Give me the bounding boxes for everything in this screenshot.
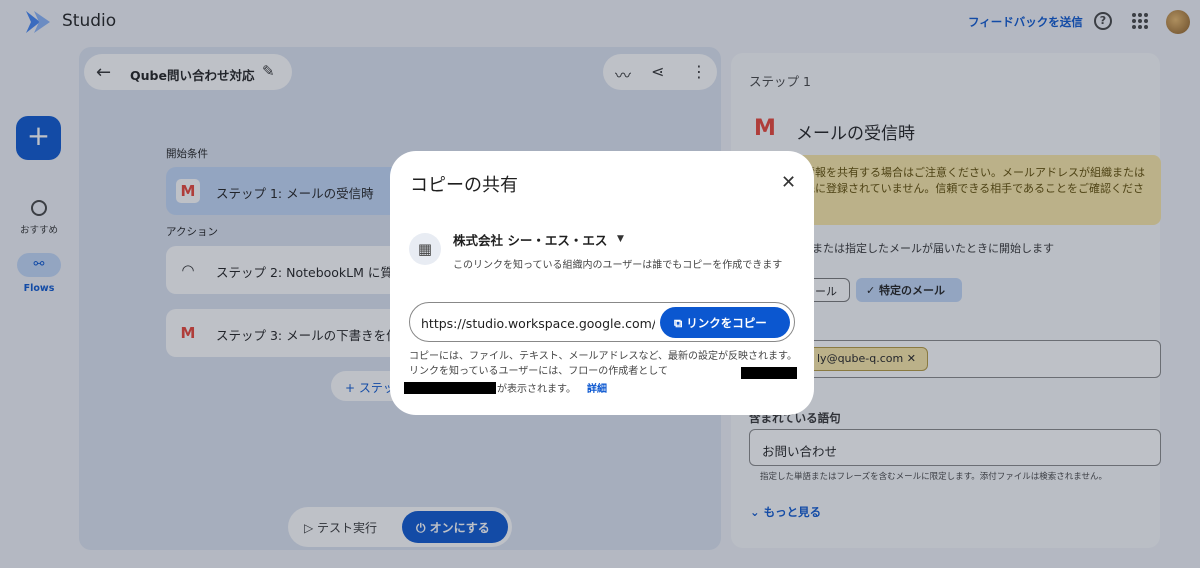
dialog-note-tail: が表示されます。 — [497, 384, 576, 395]
share-link-url[interactable]: https://studio.workspace.google.com/u/0/ — [421, 316, 655, 331]
org-selector[interactable]: 株式会社 シー・エス・エス — [453, 230, 607, 249]
copy-link-label: リンクをコピー — [686, 316, 767, 330]
redaction-bar — [741, 367, 797, 379]
dialog-title: コピーの共有 — [410, 175, 518, 196]
close-icon[interactable]: ✕ — [781, 172, 796, 193]
copy-link-button[interactable]: ⧉ リンクをコピー — [660, 307, 790, 338]
redaction-bar — [404, 382, 496, 394]
details-link[interactable]: 詳細 — [587, 380, 607, 395]
org-description: このリンクを知っている組織内のユーザーは誰でもコピーを作成できます — [453, 260, 783, 271]
building-icon: ▦ — [409, 233, 441, 265]
chevron-down-icon[interactable]: ▼ — [617, 234, 624, 244]
